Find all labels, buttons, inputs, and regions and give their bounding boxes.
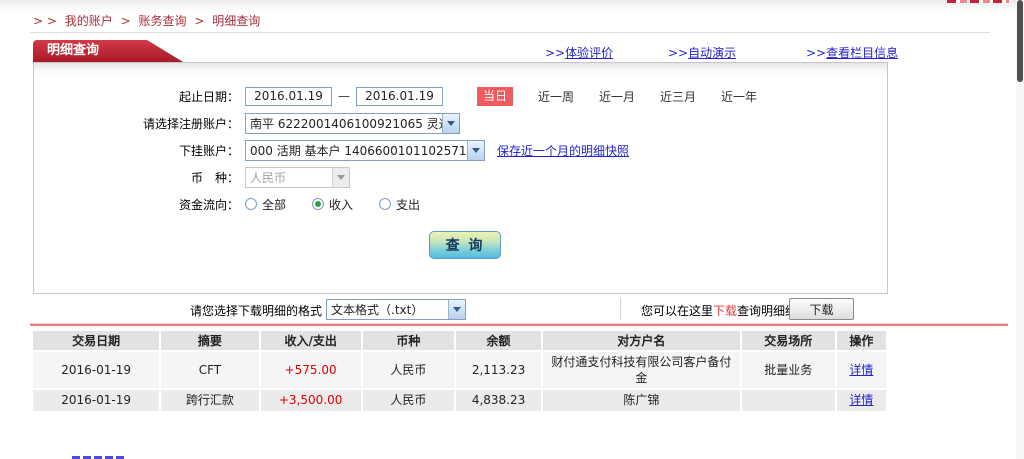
cell-amount: +3,500.00 bbox=[261, 390, 361, 410]
cell-counterparty: 财付通支付科技有限公司客户备付金 bbox=[543, 352, 739, 388]
cell-amount: +575.00 bbox=[261, 352, 361, 388]
link-view-column-info[interactable]: >>查看栏目信息 bbox=[806, 44, 898, 61]
radio-checked-icon bbox=[312, 198, 324, 210]
sub-account-label: 下挂账户： bbox=[34, 142, 239, 159]
breadcrumb-item-detail-query: 明细查询 bbox=[212, 14, 260, 28]
cell-summary: CFT bbox=[161, 352, 258, 388]
col-header-counterparty: 对方户名 bbox=[543, 331, 739, 350]
query-form-panel: 起止日期： — 当日 近一周 近一月 近三月 近一年 请选择注册账户： 南平 6… bbox=[33, 62, 888, 294]
flow-radio-income[interactable]: 收入 bbox=[312, 196, 353, 213]
currency-select-disabled: 人民币 bbox=[245, 167, 350, 188]
date-from-input[interactable] bbox=[245, 87, 332, 106]
chevron-down-icon bbox=[467, 141, 484, 160]
fund-flow-label: 资金流向： bbox=[34, 196, 239, 213]
detail-link[interactable]: 详情 bbox=[849, 363, 873, 377]
sub-account-row: 下挂账户： 000 活期 基本户 1406600101102571848 保存近… bbox=[34, 139, 887, 161]
range-last-year[interactable]: 近一年 bbox=[721, 88, 757, 105]
cutoff-red-text-sliver bbox=[947, 0, 1009, 3]
save-monthly-snapshot-link[interactable]: 保存近一个月的明细快照 bbox=[497, 142, 629, 159]
page-top-fade bbox=[0, 0, 1024, 12]
flow-radio-all[interactable]: 全部 bbox=[245, 196, 286, 213]
fund-flow-row: 资金流向： 全部 收入 支出 bbox=[34, 193, 887, 215]
transactions-table: 交易日期 摘要 收入/支出 币种 余额 对方户名 交易场所 操作 2016-01… bbox=[31, 329, 888, 413]
range-today-button[interactable]: 当日 bbox=[477, 87, 513, 106]
query-button[interactable]: 查 询 bbox=[429, 231, 501, 259]
breadcrumb-divider bbox=[30, 32, 990, 33]
table-row: 2016-01-19 CFT +575.00 人民币 2,113.23 财付通支… bbox=[33, 352, 886, 388]
chevron-down-icon bbox=[448, 300, 465, 319]
cell-date: 2016-01-19 bbox=[33, 390, 159, 410]
flow-radio-expense[interactable]: 支出 bbox=[379, 196, 420, 213]
table-top-divider bbox=[30, 323, 1008, 326]
cell-summary: 跨行汇款 bbox=[161, 390, 258, 410]
detail-link[interactable]: 详情 bbox=[849, 393, 873, 407]
range-last-month[interactable]: 近一月 bbox=[599, 88, 635, 105]
breadcrumb-prefix: > > bbox=[33, 14, 57, 28]
scrollbar-track[interactable] bbox=[1016, 0, 1024, 459]
scrollbar-thumb[interactable] bbox=[1017, 0, 1023, 82]
registered-account-row: 请选择注册账户： 南平 6222001406100921065 灵通卡 bbox=[34, 112, 887, 134]
download-format-label: 请您选择下载明细的格式 bbox=[190, 302, 322, 319]
table-header-row: 交易日期 摘要 收入/支出 币种 余额 对方户名 交易场所 操作 bbox=[33, 331, 886, 350]
range-last-3-months[interactable]: 近三月 bbox=[660, 88, 696, 105]
currency-label: 币 种： bbox=[34, 169, 239, 186]
col-header-date: 交易日期 bbox=[33, 331, 159, 350]
download-button[interactable]: 下载 bbox=[789, 298, 854, 320]
col-header-venue: 交易场所 bbox=[742, 331, 835, 350]
col-header-action: 操作 bbox=[837, 331, 886, 350]
col-header-currency: 币种 bbox=[363, 331, 454, 350]
table-row: 2016-01-19 跨行汇款 +3,500.00 人民币 4,838.23 陈… bbox=[33, 390, 886, 410]
cell-date: 2016-01-19 bbox=[33, 352, 159, 388]
breadcrumb-item-my-accounts[interactable]: 我的账户 bbox=[65, 14, 113, 28]
cell-currency: 人民币 bbox=[363, 352, 454, 388]
date-separator: — bbox=[338, 89, 350, 103]
cell-counterparty: 陈广锦 bbox=[543, 390, 739, 410]
col-header-balance: 余额 bbox=[456, 331, 541, 350]
breadcrumb: > > 我的账户 > 账务查询 > 明细查询 bbox=[33, 12, 264, 29]
radio-icon bbox=[379, 198, 391, 210]
download-row-divider bbox=[620, 298, 621, 320]
cell-venue bbox=[742, 390, 835, 410]
download-hint: 您可以在这里下载查询明细结果 bbox=[641, 302, 809, 319]
cell-balance: 2,113.23 bbox=[456, 352, 541, 388]
registered-account-select[interactable]: 南平 6222001406100921065 灵通卡 bbox=[245, 113, 460, 134]
tab-detail-query: 明细查询 bbox=[33, 40, 183, 62]
date-range-label: 起止日期： bbox=[34, 88, 239, 105]
breadcrumb-item-account-query[interactable]: 账务查询 bbox=[139, 14, 187, 28]
download-format-select[interactable]: 文本格式（.txt） bbox=[326, 299, 466, 320]
cell-balance: 4,838.23 bbox=[456, 390, 541, 410]
link-experience-rating[interactable]: >>体验评价 bbox=[545, 44, 613, 61]
cell-venue: 批量业务 bbox=[742, 352, 835, 388]
registered-account-label: 请选择注册账户： bbox=[34, 115, 239, 132]
breadcrumb-separator: > bbox=[121, 14, 131, 28]
range-last-week[interactable]: 近一周 bbox=[538, 88, 574, 105]
download-hint-highlight: 下载 bbox=[713, 304, 737, 318]
link-auto-demo[interactable]: >>自动演示 bbox=[668, 44, 736, 61]
col-header-summary: 摘要 bbox=[161, 331, 258, 350]
date-to-input[interactable] bbox=[356, 87, 443, 106]
chevron-down-icon bbox=[332, 168, 349, 187]
date-range-row: 起止日期： — 当日 近一周 近一月 近三月 近一年 bbox=[34, 85, 887, 107]
sub-account-select[interactable]: 000 活期 基本户 1406600101102571848 bbox=[245, 140, 485, 161]
breadcrumb-separator: > bbox=[194, 14, 204, 28]
col-header-amount: 收入/支出 bbox=[261, 331, 361, 350]
cell-currency: 人民币 bbox=[363, 390, 454, 410]
download-row: 请您选择下载明细的格式 文本格式（.txt） 您可以在这里下载查询明细结果 下载 bbox=[0, 298, 1024, 322]
currency-row: 币 种： 人民币 bbox=[34, 166, 887, 188]
chevron-down-icon bbox=[442, 114, 459, 133]
radio-icon bbox=[245, 198, 257, 210]
